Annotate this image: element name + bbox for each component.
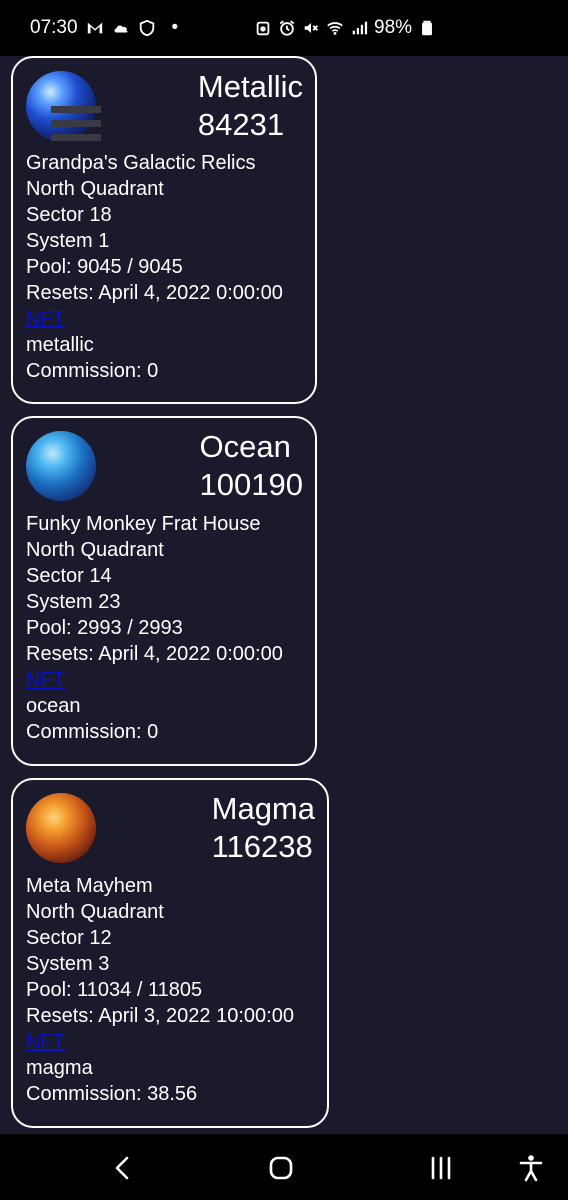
status-left: 07:30 • — [30, 0, 178, 56]
system-text: System 3 — [26, 953, 110, 975]
recents-button[interactable] — [421, 1148, 461, 1188]
mute-icon — [302, 19, 320, 37]
sector-text: Sector 12 — [26, 927, 112, 949]
owner-text: Meta Mayhem — [26, 875, 153, 897]
quadrant-text: North Quadrant — [26, 539, 164, 561]
system-text: System 1 — [26, 230, 110, 252]
nft-link[interactable]: NFT — [26, 1031, 65, 1053]
type-text: metallic — [26, 334, 94, 356]
planet-card-metallic: Metallic 84231 Grandpa's Galactic Relics… — [11, 56, 317, 404]
recycle-icon — [254, 19, 272, 37]
status-time: 07:30 — [30, 17, 78, 38]
system-text: System 23 — [26, 591, 121, 613]
card-title: Ocean 100190 — [200, 428, 303, 504]
menu-icon[interactable] — [51, 106, 101, 146]
status-bar: 07:30 • 98% — [0, 0, 568, 56]
battery-icon — [418, 19, 436, 37]
planet-id: 100190 — [199, 467, 303, 502]
commission-text: Commission: 38.56 — [26, 1083, 198, 1105]
planet-card-ocean: Ocean 100190 Funky Monkey Frat House Nor… — [11, 416, 317, 766]
quadrant-text: North Quadrant — [26, 901, 164, 923]
battery-percent: 98% — [374, 17, 413, 38]
planet-image-ocean — [26, 431, 96, 501]
cloud-icon — [112, 19, 130, 37]
pool-text: Pool: 11034 / 11805 — [26, 979, 203, 1001]
planet-card-magma: Magma 116238 Meta Mayhem North Quadrant … — [11, 778, 329, 1128]
resets-text: Resets: April 4, 2022 0:00:00 — [26, 282, 283, 304]
resets-text: Resets: April 4, 2022 0:00:00 — [26, 643, 283, 665]
planet-id: 84231 — [197, 107, 285, 142]
sector-text: Sector 18 — [26, 204, 112, 226]
wifi-icon — [326, 19, 344, 37]
recents-icon — [431, 1156, 451, 1180]
card-title: Metallic 84231 — [198, 68, 303, 144]
gmail-icon — [86, 19, 104, 37]
planet-name: Metallic — [197, 69, 303, 104]
shield-icon — [138, 19, 156, 37]
back-button[interactable] — [103, 1148, 143, 1188]
planet-image-magma — [26, 793, 96, 863]
planet-id: 116238 — [211, 829, 313, 864]
sector-text: Sector 14 — [26, 565, 112, 587]
owner-text: Funky Monkey Frat House — [26, 513, 261, 535]
back-icon — [115, 1156, 129, 1180]
accessibility-icon — [519, 1155, 543, 1182]
planet-name: Ocean — [199, 429, 291, 464]
resets-text: Resets: April 3, 2022 10:00:00 — [26, 1005, 294, 1027]
owner-text: Grandpa's Galactic Relics — [26, 152, 256, 174]
card-details: Funky Monkey Frat House North Quadrant S… — [26, 511, 283, 745]
commission-text: Commission: 0 — [26, 721, 159, 743]
card-details: Meta Mayhem North Quadrant Sector 12 Sys… — [26, 873, 294, 1107]
accessibility-button[interactable] — [511, 1148, 551, 1188]
status-dot: • — [171, 17, 179, 38]
navigation-bar — [0, 1134, 568, 1200]
signal-icon — [350, 19, 368, 37]
alarm-icon — [278, 19, 296, 37]
pool-text: Pool: 2993 / 2993 — [26, 617, 183, 639]
type-text: magma — [26, 1057, 93, 1079]
quadrant-text: North Quadrant — [26, 178, 164, 200]
home-icon — [269, 1156, 293, 1180]
home-button[interactable] — [261, 1148, 301, 1188]
nft-link[interactable]: NFT — [26, 669, 65, 691]
type-text: ocean — [26, 695, 81, 717]
status-right: 98% — [254, 0, 436, 56]
planet-list[interactable]: Metallic 84231 Grandpa's Galactic Relics… — [0, 56, 568, 1134]
planet-name: Magma — [211, 791, 315, 826]
pool-text: Pool: 9045 / 9045 — [26, 256, 183, 278]
commission-text: Commission: 0 — [26, 360, 159, 382]
card-details: Grandpa's Galactic Relics North Quadrant… — [26, 150, 283, 384]
nft-link[interactable]: NFT — [26, 308, 65, 330]
card-title: Magma 116238 — [212, 790, 315, 866]
